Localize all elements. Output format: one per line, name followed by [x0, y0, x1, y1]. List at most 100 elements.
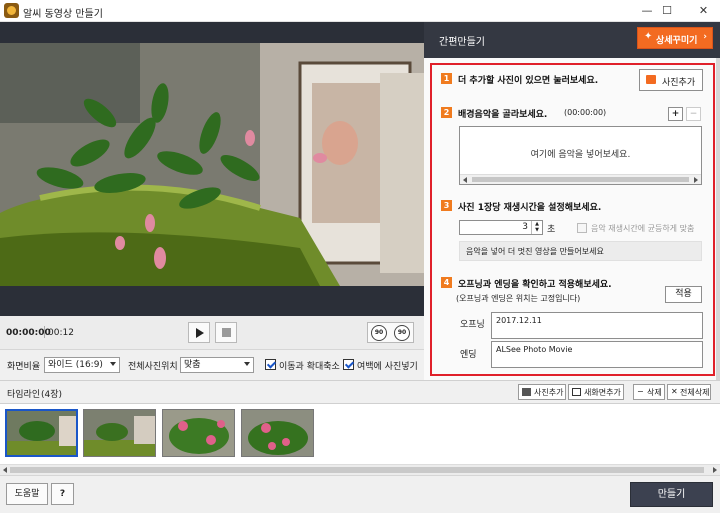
music-duration: (00:00:00) [564, 108, 607, 117]
maximize-button[interactable]: ☐ [647, 0, 687, 22]
detail-edit-label: 상세꾸미기 [656, 36, 698, 46]
step4-note: (오프닝과 엔딩은 위치는 고정입니다) [456, 294, 581, 303]
timeline-add-photo-label: 사진추가 [534, 388, 564, 397]
make-button[interactable]: 만들기 [630, 482, 713, 507]
music-scrollbar[interactable] [460, 174, 701, 184]
add-photo-button[interactable]: 사진추가 [639, 69, 703, 91]
delete-all-button[interactable]: ✕ 전체삭제 [667, 384, 711, 400]
music-hint-bar: 음악을 넣어 더 멋진 영상을 만들어보세요 [459, 241, 702, 261]
position-value: 맞춤 [184, 360, 201, 370]
question-button[interactable]: ? [51, 483, 74, 505]
timeline-title: 타임라인 [7, 390, 41, 400]
step2-text: 배경음악을 골라보세요. [458, 110, 548, 120]
thumb-image [7, 411, 76, 455]
stop-button[interactable] [215, 322, 237, 343]
timeline-thumb-3[interactable] [162, 409, 235, 457]
time-separator [44, 326, 45, 338]
arrow-left-icon [463, 177, 467, 183]
aspect-value: 와이드 (16:9) [48, 360, 103, 370]
arrow-left-icon [3, 467, 7, 473]
title-bar [0, 0, 720, 22]
motion-checkbox[interactable] [265, 359, 276, 370]
minus-icon: − [637, 387, 644, 396]
timeline-thumb-2[interactable] [83, 409, 156, 457]
duration-spinner[interactable]: 3 ▲ ▼ [459, 220, 543, 235]
scene-add-icon [572, 388, 581, 396]
step1-text: 더 추가할 사진이 있으면 눌러보세요. [458, 76, 599, 86]
music-hint: 음악을 넣어 더 멋진 영상을 만들어보세요 [466, 247, 604, 256]
magic-wand-icon: ✦ [644, 31, 653, 42]
arrow-right-icon [694, 177, 698, 183]
duration-value: 3 [522, 222, 528, 232]
stop-icon [222, 328, 231, 337]
add-photo-label: 사진추가 [662, 78, 696, 88]
motion-label: 이동과 확대축소 [279, 362, 340, 372]
add-music-button[interactable]: + [668, 107, 683, 121]
timeline-thumb-4[interactable] [241, 409, 314, 457]
opening-value: 2017.12.11 [496, 316, 542, 325]
plant-photo [0, 43, 424, 286]
aspect-select[interactable]: 와이드 (16:9) [44, 357, 120, 373]
opening-field[interactable]: 2017.12.11 [491, 312, 703, 339]
margin-checkbox[interactable] [343, 359, 354, 370]
app-icon [4, 3, 19, 18]
chevron-down-icon [110, 362, 116, 366]
margin-label: 여백에 사진넣기 [357, 362, 418, 372]
aspect-label: 화면비율 [7, 362, 41, 372]
help-button[interactable]: 도움말 [6, 483, 48, 505]
position-select[interactable]: 맞춤 [180, 357, 254, 373]
step4-text: 오프닝과 엔딩을 확인하고 적용해보세요. [458, 280, 612, 290]
apply-button[interactable]: 적용 [665, 286, 702, 303]
rotate-left-icon[interactable]: 90 [371, 325, 387, 341]
thumb-image [163, 410, 234, 456]
spinner-arrows-icon[interactable]: ▲ ▼ [531, 221, 542, 234]
footer-bar [0, 475, 720, 513]
close-icon: ✕ [671, 387, 678, 396]
new-scene-label: 새화면추가 [584, 388, 621, 397]
timeline-count: (4장) [41, 390, 63, 400]
opening-label: 오프닝 [460, 320, 485, 330]
window-title: 알씨 동영상 만들기 [23, 9, 103, 20]
timeline-thumb-1[interactable] [5, 409, 78, 457]
panel-edge [716, 22, 720, 380]
preview-letterbox-top [0, 22, 424, 43]
thumb-image [242, 410, 313, 456]
delete-all-label: 전체삭제 [680, 388, 710, 397]
ending-label: 엔딩 [460, 350, 477, 360]
new-scene-button[interactable]: 새화면추가 [568, 384, 624, 400]
chevron-down-icon [244, 362, 250, 366]
close-button[interactable]: ✕ [687, 0, 720, 22]
play-button[interactable] [188, 322, 210, 343]
duration-unit: 초 [547, 225, 556, 235]
music-drop-area[interactable]: 여기에 음악을 넣어보세요. [459, 126, 702, 185]
preview-image [0, 43, 424, 286]
step4-number: 4 [441, 277, 452, 288]
panel-title: 간편만들기 [439, 37, 485, 48]
fit-music-label: 음악 재생시간에 균등하게 맞춤 [591, 224, 695, 233]
timeline-scroll-thumb[interactable] [10, 467, 704, 473]
remove-music-button[interactable]: − [686, 107, 701, 121]
chevron-right-icon: › [703, 32, 707, 42]
step3-text: 사진 1장당 재생시간을 설정해보세요. [458, 203, 602, 213]
position-label: 전체사진위치 [128, 362, 178, 372]
photo-add-icon [522, 388, 531, 396]
scroll-thumb[interactable] [472, 177, 689, 182]
play-icon [196, 328, 204, 338]
step3-number: 3 [441, 200, 452, 211]
step2-number: 2 [441, 107, 452, 118]
detail-edit-button[interactable]: ✦ 상세꾸미기 › [637, 27, 713, 49]
thumb-image [84, 410, 155, 456]
rotate-right-icon[interactable]: 90 [394, 325, 410, 341]
delete-label: 삭제 [647, 388, 662, 397]
arrow-right-icon [713, 467, 717, 473]
delete-button[interactable]: − 삭제 [633, 384, 665, 400]
photo-add-icon [646, 75, 656, 84]
timeline-add-photo-button[interactable]: 사진추가 [518, 384, 566, 400]
fit-music-checkbox[interactable] [577, 223, 587, 233]
timeline-scrollbar[interactable] [0, 464, 720, 475]
preview-letterbox-bottom [0, 286, 424, 316]
music-placeholder: 여기에 음악을 넣어보세요. [530, 150, 631, 160]
step1-number: 1 [441, 73, 452, 84]
ending-field[interactable]: ALSee Photo Movie [491, 341, 703, 368]
ending-value: ALSee Photo Movie [496, 345, 573, 354]
